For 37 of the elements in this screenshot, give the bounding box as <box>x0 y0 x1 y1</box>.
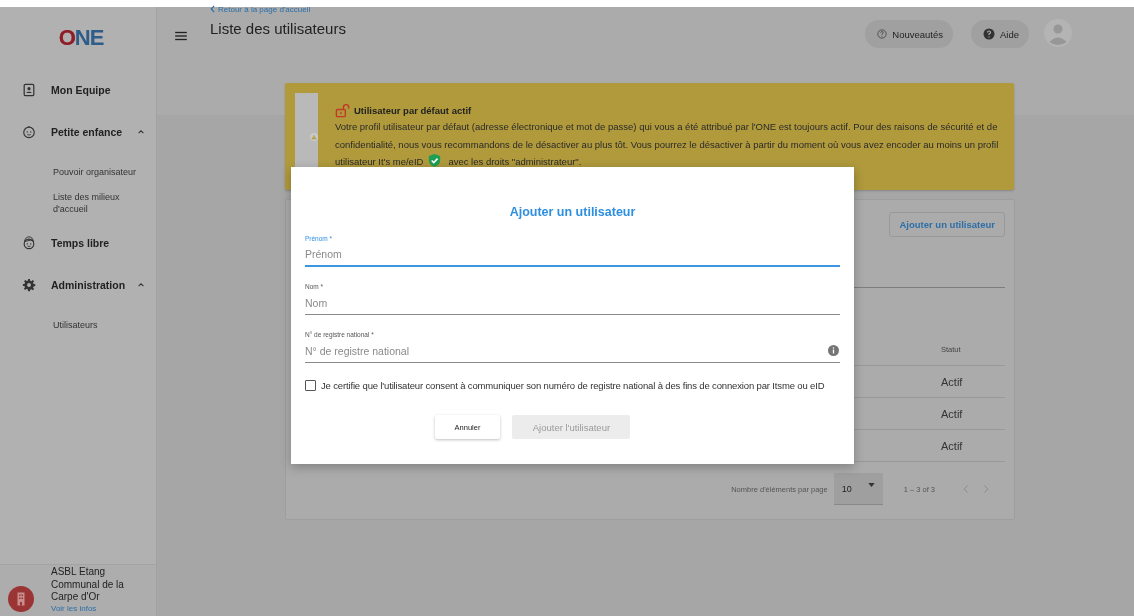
dialog-title: Ajouter un utilisateur <box>508 205 637 219</box>
chevron-left-icon <box>210 5 215 13</box>
nav-subitem[interactable]: Utilisateurs <box>0 313 156 338</box>
nav-subitem[interactable]: Liste des milieux d'accueil <box>0 185 156 222</box>
nav-subitem[interactable]: Pouvoir organisateur <box>0 160 156 185</box>
banner-message: Votre profil utilisateur par défaut (adresse électronique et mot de passe) qui vous a été attribué par l'ONE est toujours actif. Pour des raisons de sécurité et de confidentialité, nous vous recommandons de le désactiver au plus tôt. Vous pourrez le désactiver à partir du moment où vous avez encoder au moins un profil utilisateur It's me/eID avec les droits "administrateur". <box>335 120 1000 170</box>
pill-button[interactable]: Nouveautés <box>865 20 953 48</box>
caret-icon <box>867 482 875 487</box>
nav-item[interactable]: Administration <box>0 264 156 306</box>
nav-item[interactable]: Mon Equipe <box>0 69 156 111</box>
input-field[interactable]: Nom <box>305 291 840 315</box>
page-title: Liste des utilisateurs <box>210 20 346 37</box>
status-cell-text: Actif <box>941 407 964 420</box>
logo: ONE <box>58 27 104 49</box>
page-size-select[interactable]: 10 <box>833 473 883 505</box>
help-icon <box>983 28 995 40</box>
input-field[interactable]: Prénom <box>305 243 840 267</box>
consent-label: Je certifie que l'utilisateur consent à communiquer son numéro de registre national à des fins de connexion par Itsme ou eID <box>321 380 825 391</box>
gear-icon <box>22 278 36 292</box>
menu-icon[interactable] <box>175 31 187 41</box>
status-cell-text: Actif <box>941 375 964 388</box>
checkbox[interactable] <box>305 380 316 391</box>
nav-item[interactable]: Temps libre <box>0 222 156 264</box>
status-cell-text: Actif <box>941 439 964 452</box>
child-face-icon <box>22 236 36 250</box>
unlocked-padlock-icon <box>335 103 350 118</box>
chevron-icon[interactable] <box>137 128 145 136</box>
nav-item[interactable]: Petite enfance <box>0 111 156 153</box>
banner-title: Utilisateur par défaut actif <box>354 105 472 116</box>
building-icon <box>8 586 34 612</box>
help-icon <box>877 29 888 39</box>
info-icon[interactable] <box>828 345 839 356</box>
organization-name: ASBL Etang Communal de la Carpe d'Or <box>51 566 125 604</box>
pill-button[interactable]: Aide <box>971 20 1029 48</box>
contact-card-icon <box>22 83 36 97</box>
baby-face-icon <box>22 125 36 139</box>
chevron-icon[interactable] <box>137 281 145 289</box>
